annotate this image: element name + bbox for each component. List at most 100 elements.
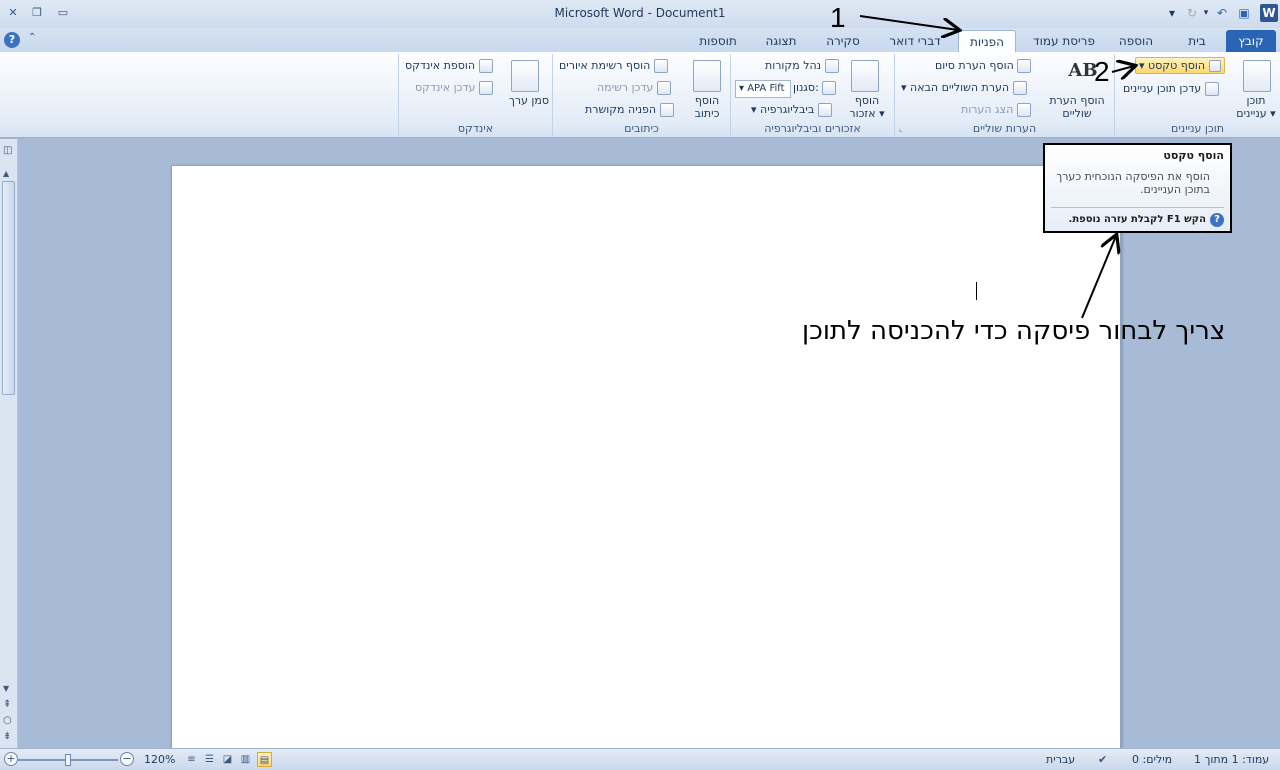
zoom-level[interactable]: 120%	[144, 753, 175, 766]
tooltip-title: הוסף טקסט	[1163, 149, 1224, 162]
title-bar: ✕ ❐ ▭ Microsoft Word - Document1 ▾ ↻ ▾ ↶…	[0, 0, 1280, 28]
proofing-icon[interactable]: ✔	[1098, 753, 1107, 766]
update-toc-icon	[1204, 82, 1219, 96]
cross-reference-icon	[659, 103, 674, 117]
group-label-footnotes: הערות שוליים	[972, 122, 1037, 135]
insert-index-icon	[478, 59, 493, 73]
update-toc-button[interactable]: עדכן תוכן עניינים	[1123, 82, 1219, 96]
text-cursor	[976, 282, 977, 300]
outline-view-icon[interactable]: ☰	[202, 752, 217, 767]
style-icon	[822, 81, 837, 95]
table-of-figures-icon	[653, 59, 668, 73]
toc-button[interactable]: תוכן עניינים ▾	[1231, 94, 1280, 120]
document-page[interactable]	[171, 165, 1121, 765]
zoom-slider[interactable]	[18, 754, 118, 766]
tab-insert[interactable]: הוספה	[1108, 30, 1164, 52]
scroll-up-icon[interactable]: ▲	[3, 169, 9, 178]
customize-qat-icon[interactable]: ▾	[1164, 5, 1180, 21]
insert-footnote-button[interactable]: הוסף הערת שוליים	[1041, 94, 1113, 120]
group-label-toc: תוכן עניינים	[1171, 122, 1224, 135]
citation-style-select[interactable]: ▾ APA Fift	[735, 80, 791, 98]
insert-citation-icon	[851, 60, 879, 92]
word-count[interactable]: מילים: 0	[1132, 753, 1172, 766]
undo-dropdown-icon[interactable]: ▾	[1198, 5, 1214, 21]
insert-caption-button[interactable]: הוסף כיתוב	[685, 94, 729, 120]
ribbon: תוכן עניינים ▾ ▾ הוסף טקסט עדכן תוכן עני…	[0, 52, 1280, 138]
annotation-step-2: 2	[1094, 56, 1110, 87]
next-footnote-button[interactable]: ▾ הערת השוליים הבאה	[901, 81, 1027, 95]
status-bar: + − 120% ≡ ☰ ◪ ▥ ▤ עברית ✔ מילים: 0 עמוד…	[0, 748, 1280, 770]
group-captions: הוסף כיתוב הוסף רשימת איורים עדכן רשימה …	[552, 54, 730, 136]
zoom-slider-thumb[interactable]	[65, 754, 71, 766]
undo-icon[interactable]: ↶	[1214, 5, 1230, 21]
tab-mailings[interactable]: דברי דואר	[878, 30, 952, 52]
tooltip-body: הוסף את הפיסקה הנוכחית כערך בתוכן העניינ…	[1056, 170, 1210, 196]
web-layout-icon[interactable]: ◪	[220, 752, 235, 767]
add-text-tooltip: הוסף טקסט הוסף את הפיסקה הנוכחית כערך בת…	[1043, 143, 1232, 233]
full-screen-reading-icon[interactable]: ▥	[238, 752, 253, 767]
next-page-icon[interactable]: ⇟	[3, 731, 11, 742]
insert-caption-icon	[693, 60, 721, 92]
help-icon: ?	[1210, 213, 1224, 227]
group-toc: תוכן עניינים ▾ ▾ הוסף טקסט עדכן תוכן עני…	[1114, 54, 1280, 136]
tab-references[interactable]: הפניות	[958, 30, 1016, 52]
manage-sources-icon	[824, 59, 839, 73]
tooltip-help-text: הקש F1 לקבלת עזרה נוספת.	[1068, 214, 1206, 225]
tab-addins[interactable]: תוספות	[690, 30, 746, 52]
group-citations: הוסף אזכור ▾ נהל מקורות סגנון: ▾ APA Fif…	[730, 54, 894, 136]
tab-view[interactable]: תצוגה	[756, 30, 806, 52]
tab-home[interactable]: בית	[1176, 30, 1218, 52]
browse-object-icon[interactable]: ○	[3, 715, 12, 726]
manage-sources-button[interactable]: נהל מקורות	[765, 59, 839, 73]
scrollbar-thumb[interactable]	[2, 181, 15, 395]
window-title: Microsoft Word - Document1	[554, 6, 726, 20]
tooltip-help: ? הקש F1 לקבלת עזרה נוספת.	[1069, 213, 1224, 227]
page-number[interactable]: עמוד: 1 מתוך 1	[1194, 753, 1269, 766]
show-notes-icon	[1016, 103, 1031, 117]
cross-reference-button[interactable]: הפניה מקושרת	[585, 103, 674, 117]
mark-entry-button[interactable]: סמן ערך	[507, 94, 551, 107]
zoom-in-icon[interactable]: +	[4, 752, 18, 766]
show-notes-button[interactable]: הצג הערות	[961, 103, 1031, 117]
group-label-captions: כיתובים	[624, 122, 659, 135]
insert-citation-button[interactable]: הוסף אזכור ▾	[843, 94, 891, 120]
previous-page-icon[interactable]: ⇞	[3, 699, 11, 710]
collapse-ribbon-icon[interactable]: ⌃	[28, 32, 36, 43]
bibliography-button[interactable]: ▾ ביבליוגרפיה	[751, 103, 832, 117]
tab-file[interactable]: קובץ	[1226, 30, 1276, 52]
insert-index-button[interactable]: הוספת אינדקס	[405, 59, 493, 73]
ruler-toggle-icon[interactable]: ◫	[3, 145, 12, 156]
ribbon-tabs: ? ⌃ קובץ בית הוספה פריסת עמוד הפניות דבר…	[0, 28, 1280, 52]
group-index: סמן ערך הוספת אינדקס עדכן אינדקס אינדקס	[398, 54, 552, 136]
zoom-out-icon[interactable]: −	[120, 752, 134, 766]
print-layout-icon[interactable]: ▤	[257, 752, 272, 767]
update-index-button[interactable]: עדכן אינדקס	[415, 81, 493, 95]
bibliography-icon	[817, 103, 832, 117]
language-indicator[interactable]: עברית	[1046, 753, 1075, 766]
group-label-citations: אזכורים וביבליוגרפיה	[764, 122, 861, 135]
update-table-button[interactable]: עדכן רשימה	[597, 81, 671, 95]
tooltip-separator	[1051, 207, 1224, 208]
update-table-icon	[656, 81, 671, 95]
annotation-step-1: 1	[830, 2, 846, 33]
draft-view-icon[interactable]: ≡	[184, 752, 199, 767]
style-label: סגנון:	[793, 81, 837, 95]
insert-endnote-button[interactable]: הוסף הערת סיום	[935, 59, 1032, 73]
toc-icon	[1243, 60, 1271, 92]
help-icon[interactable]: ?	[4, 32, 20, 48]
mark-entry-icon	[511, 60, 539, 92]
annotation-note: צריך לבחור פיסקה כדי להכניסה לתוכן	[802, 316, 1226, 346]
update-index-icon	[478, 81, 493, 95]
next-footnote-icon	[1012, 81, 1027, 95]
group-footnotes: AB הוסף הערת שוליים הוסף הערת סיום ▾ הער…	[894, 54, 1114, 136]
add-text-icon	[1208, 60, 1221, 72]
endnote-icon	[1017, 59, 1032, 73]
scroll-down-icon[interactable]: ▼	[3, 684, 9, 693]
group-label-index: אינדקס	[457, 122, 494, 135]
word-app-icon: W	[1260, 4, 1278, 22]
add-text-button[interactable]: ▾ הוסף טקסט	[1135, 57, 1225, 74]
insert-table-of-figures-button[interactable]: הוסף רשימת איורים	[559, 59, 668, 73]
tab-page-layout[interactable]: פריסת עמוד	[1024, 30, 1104, 52]
save-icon[interactable]: ▣	[1236, 5, 1252, 21]
vertical-scrollbar[interactable]: ◫ ▲ ▼ ⇞ ○ ⇟	[0, 139, 18, 748]
